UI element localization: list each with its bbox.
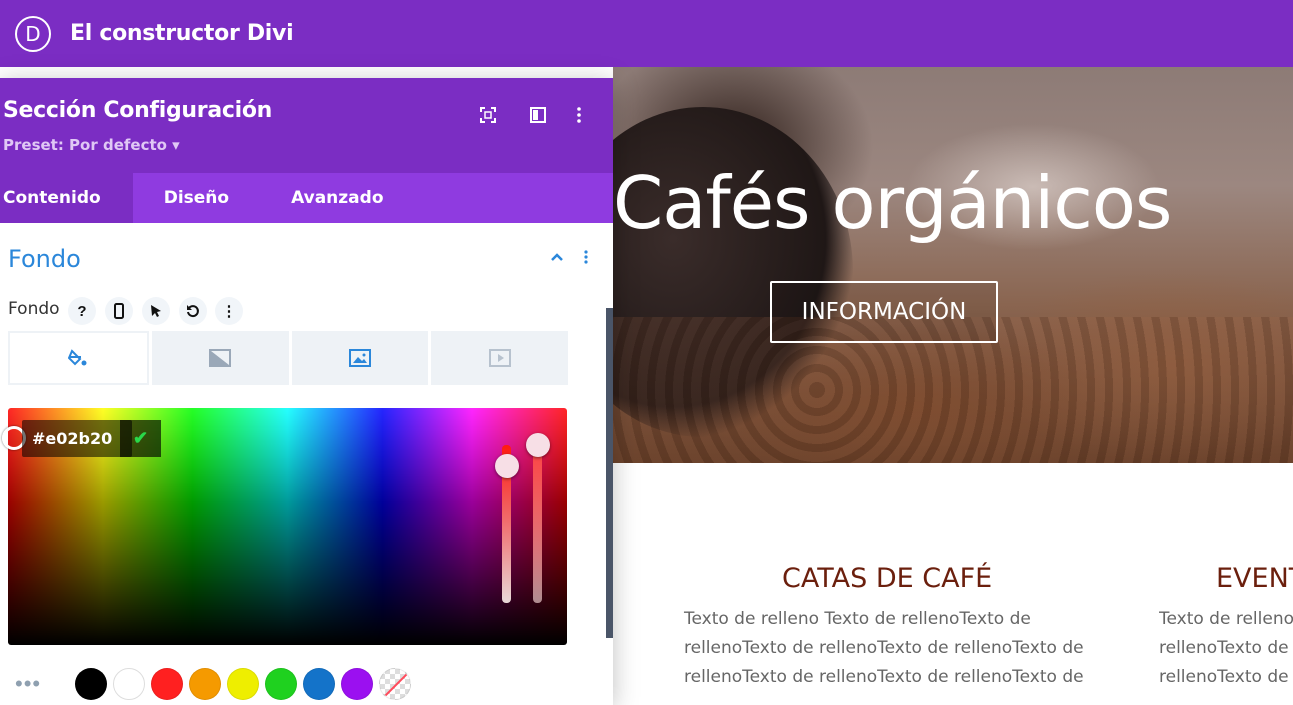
panel-scrollbar[interactable] (606, 308, 613, 638)
responsive-icon[interactable] (105, 297, 133, 325)
tab-avanzado[interactable]: Avanzado (260, 173, 414, 223)
swatch-black[interactable] (75, 668, 107, 700)
fullscreen-icon[interactable] (477, 104, 499, 126)
image-icon[interactable] (291, 331, 429, 385)
app-title: El constructor Divi (70, 21, 294, 46)
opacity-slider[interactable] (533, 438, 542, 603)
color-swatches: ••• (15, 666, 417, 702)
reset-icon[interactable] (179, 297, 207, 325)
color-picker[interactable]: #e02b20 ✔ (2, 408, 567, 645)
column-text: Texto de relleno rellenoTexto de r relle… (1159, 605, 1293, 692)
field-more-icon[interactable]: ⋮ (215, 297, 243, 325)
tab-contenido[interactable]: Contenido (0, 173, 133, 223)
column-title: CATAS DE CAFÉ (782, 563, 993, 594)
gradient-icon[interactable] (151, 331, 289, 385)
text-line: rellenoTexto de rellenoTexto de rellenoT… (684, 638, 1084, 658)
background-type-tabs (8, 331, 568, 385)
split-view-icon[interactable] (527, 104, 549, 126)
text-line: Texto de relleno (1159, 609, 1293, 629)
paint-bucket-icon[interactable] (8, 331, 149, 385)
column-text: Texto de relleno Texto de rellenoTexto d… (684, 605, 1104, 692)
divi-logo-icon[interactable]: D (15, 15, 51, 52)
field-label: Fondo (8, 299, 60, 319)
text-line: Texto de relleno Texto de rellenoTexto d… (684, 609, 1031, 629)
more-options-icon[interactable] (568, 104, 590, 126)
swatch-blue[interactable] (303, 668, 335, 700)
swatch-purple[interactable] (341, 668, 373, 700)
more-swatches-icon[interactable]: ••• (15, 671, 75, 697)
hover-cursor-icon[interactable] (142, 297, 170, 325)
hero-title: Cafés orgánicos (613, 161, 1172, 245)
section-more-icon[interactable] (584, 248, 588, 269)
preset-dropdown[interactable]: Preset: Por defecto ▾ (3, 136, 180, 154)
top-bar: D El constructor Divi (0, 0, 1293, 67)
section-title[interactable]: Fondo (8, 245, 81, 273)
swatch-orange[interactable] (189, 668, 221, 700)
settings-tabs: Contenido Diseño Avanzado (0, 173, 613, 223)
content-section: CATAS DE CAFÉ Texto de relleno Texto de … (613, 463, 1293, 705)
hue-slider-handle[interactable] (495, 454, 519, 478)
panel-header: Sección Configuración Preset: Por defect… (0, 78, 613, 173)
hex-color-input[interactable]: #e02b20 (22, 420, 132, 457)
swatch-green[interactable] (265, 668, 297, 700)
hero-section: Cafés orgánicos INFORMACIÓN (613, 67, 1293, 463)
video-icon[interactable] (431, 331, 568, 385)
swatch-yellow[interactable] (227, 668, 259, 700)
column-title: EVENT (1216, 563, 1293, 594)
text-line: rellenoTexto de r (1159, 638, 1293, 658)
text-line: rellenoTexto de rellenoTexto de rellenoT… (684, 667, 1084, 687)
settings-panel: Sección Configuración Preset: Por defect… (0, 78, 613, 705)
checkmark-icon[interactable]: ✔ (120, 420, 161, 457)
tab-diseno[interactable]: Diseño (133, 173, 260, 223)
swatch-red[interactable] (151, 668, 183, 700)
information-button[interactable]: INFORMACIÓN (770, 281, 998, 343)
help-icon[interactable]: ? (68, 297, 96, 325)
swatch-white[interactable] (113, 668, 145, 700)
panel-title: Sección Configuración (3, 98, 273, 123)
opacity-slider-handle[interactable] (526, 433, 550, 457)
chevron-up-icon[interactable] (550, 248, 564, 269)
swatch-transparent[interactable] (379, 668, 411, 700)
text-line: rellenoTexto de r (1159, 667, 1293, 687)
